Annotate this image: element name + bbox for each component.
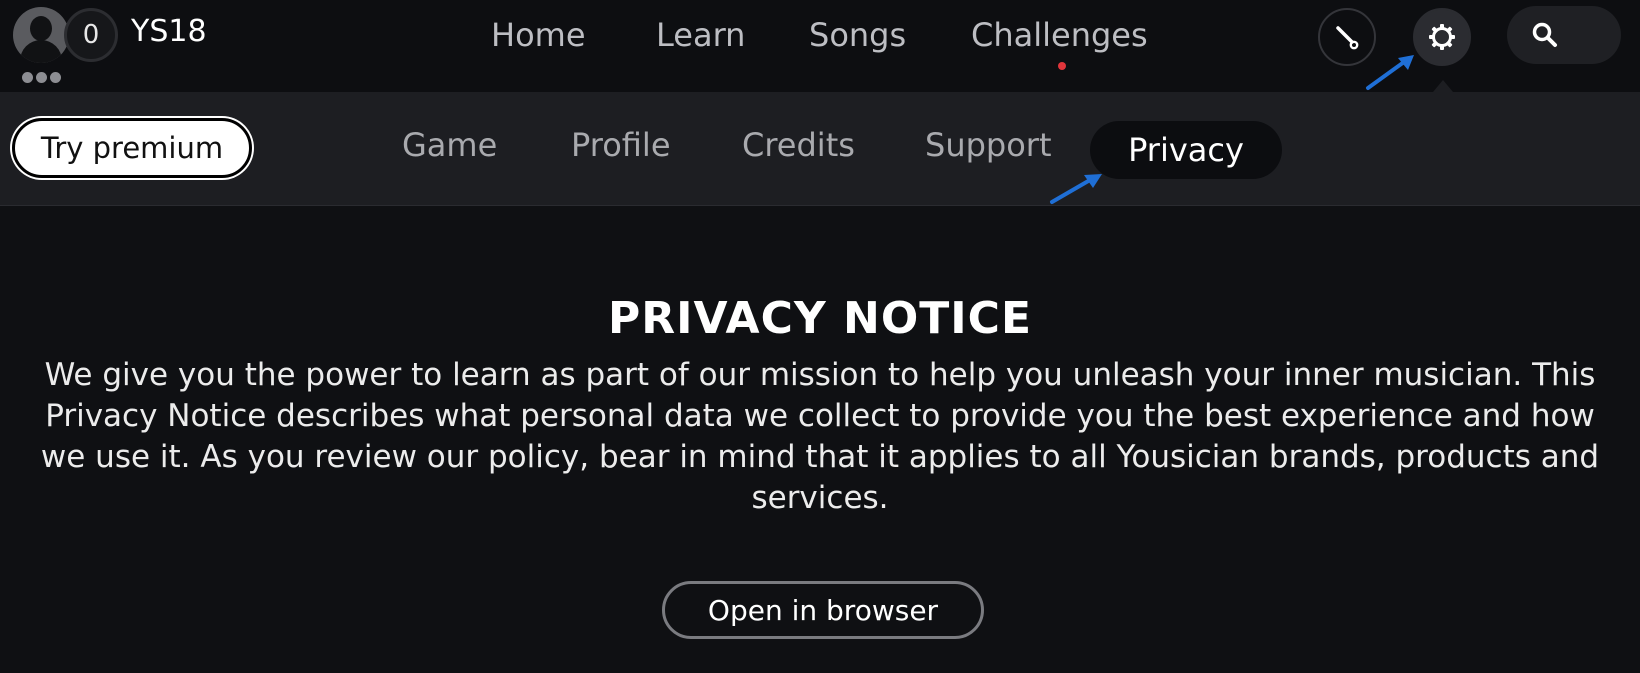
nav-learn[interactable]: Learn — [656, 16, 745, 54]
nav-home[interactable]: Home — [491, 16, 586, 54]
privacy-notice-panel: PRIVACY NOTICE We give you the power to … — [0, 207, 1640, 673]
top-bar: 0 YS18 Home Learn Songs Challenges — [0, 0, 1640, 92]
open-in-browser-button[interactable]: Open in browser — [662, 581, 984, 639]
tab-credits[interactable]: Credits — [742, 126, 855, 164]
tab-privacy[interactable]: Privacy — [1090, 121, 1282, 179]
tuner-icon — [1336, 26, 1359, 50]
nav-songs[interactable]: Songs — [809, 16, 906, 54]
tab-profile[interactable]: Profile — [571, 126, 671, 164]
annotation-arrow-privacy — [1050, 174, 1102, 204]
gear-icon — [1429, 24, 1455, 50]
more-dots-icon[interactable] — [22, 72, 61, 83]
annotation-arrow-settings — [1366, 55, 1414, 90]
search-icon — [1532, 22, 1557, 47]
settings-pointer-caret — [1433, 80, 1453, 92]
try-premium-button[interactable]: Try premium — [12, 118, 252, 178]
search-button[interactable] — [1507, 6, 1621, 64]
tab-game[interactable]: Game — [402, 126, 497, 164]
nav-challenges[interactable]: Challenges — [971, 16, 1148, 54]
tab-support[interactable]: Support — [925, 126, 1052, 164]
settings-sub-bar: Try premium Game Profile Credits Support… — [0, 92, 1640, 206]
notice-body-text: We give you the power to learn as part o… — [40, 357, 1600, 516]
page-title: PRIVACY NOTICE — [607, 293, 1033, 344]
challenges-notification-dot — [1058, 62, 1066, 70]
